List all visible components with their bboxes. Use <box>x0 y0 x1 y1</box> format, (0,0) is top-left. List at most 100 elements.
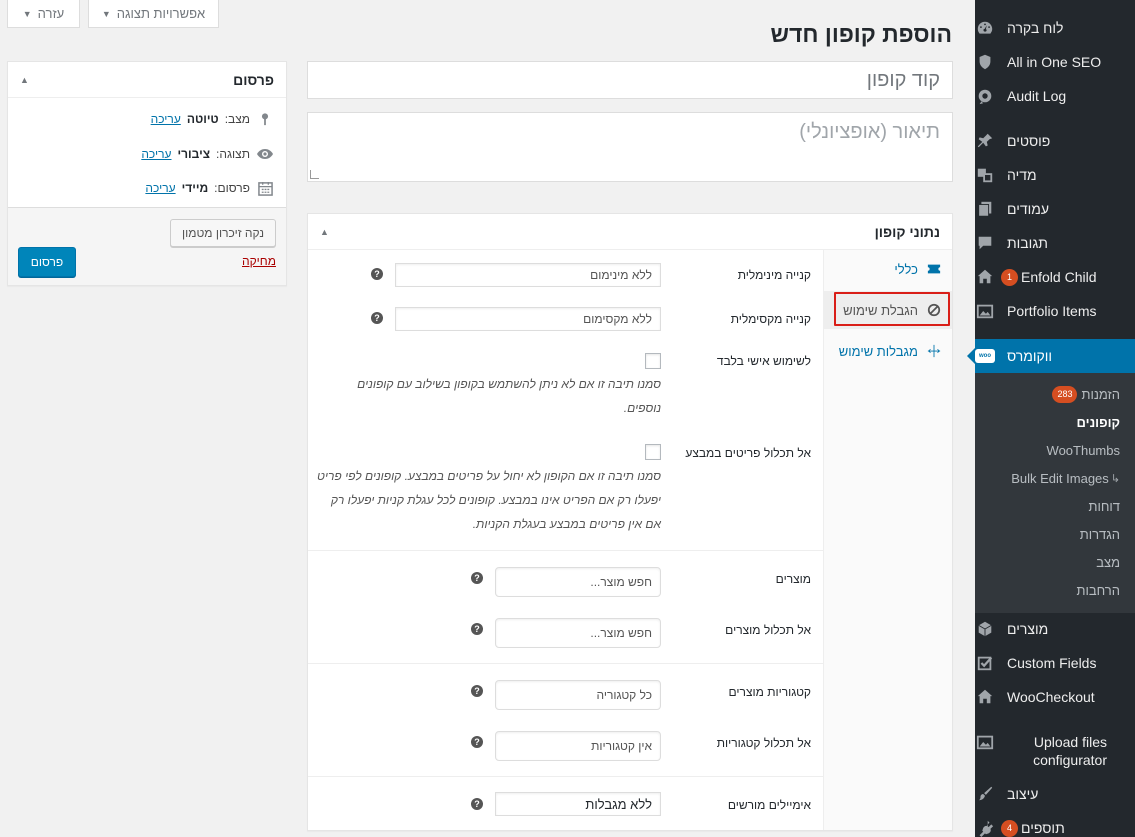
description-textarea[interactable]: תיאור (אופציונלי) <box>307 112 953 182</box>
submenu-item-bulk-edit-images[interactable]: ↳ Bulk Edit Images <box>975 464 1135 492</box>
exclude-products-search-input[interactable]: חפש מוצר... <box>495 618 661 648</box>
sidebar-item-seo[interactable]: All in One SEO <box>975 45 1135 79</box>
sidebar-item-label: All in One SEO <box>1007 54 1102 70</box>
submenu-item-settings[interactable]: הגדרות <box>975 520 1135 548</box>
delete-link[interactable]: מחיקה <box>242 254 276 268</box>
shield-icon <box>975 52 995 72</box>
sidebar-item-appearance[interactable]: עיצוב <box>975 777 1135 811</box>
help-label: עזרה <box>37 6 65 21</box>
submenu-item-label: מצב <box>1096 554 1120 570</box>
submenu-item-label: WooThumbs <box>1046 442 1120 458</box>
exclude-categories-placeholder: אין קטגוריות <box>591 739 652 753</box>
media-icon <box>975 165 995 185</box>
description-placeholder: תיאור (אופציונלי) <box>799 121 940 143</box>
coupon-code-placeholder: קוד קופון <box>866 68 940 91</box>
help-tip-icon[interactable]: ? <box>371 312 383 324</box>
coupon-data-tabs: כללי הגבלת שימוש מגבלות שימוש <box>823 250 952 830</box>
publish-button[interactable]: פרסום <box>18 247 76 277</box>
max-spend-placeholder: ללא מקסימום <box>583 312 652 326</box>
allowed-emails-label: אימיילים מורשים <box>727 798 811 812</box>
collapse-arrow-icon[interactable]: ▲ <box>20 75 29 85</box>
min-spend-input[interactable]: ללא מינימום <box>395 263 661 287</box>
sidebar-item-plugins[interactable]: תוספים 4 <box>975 811 1135 837</box>
edit-status-link[interactable]: עריכה <box>151 112 181 126</box>
status-label: מצב: <box>224 112 250 126</box>
help-tip-icon[interactable]: ? <box>471 572 483 584</box>
sidebar-item-label: ווקומרס <box>1007 348 1053 364</box>
sidebar-item-label: עמודים <box>1007 201 1050 217</box>
categories-placeholder: כל קטגוריה <box>596 688 652 702</box>
sidebar-item-upload-files[interactable]: Upload files configurator <box>975 730 1135 772</box>
triangle-down-icon: ▼ <box>22 8 32 19</box>
exclude-sale-checkbox[interactable] <box>645 444 661 460</box>
help-button[interactable]: עזרה ▼ <box>7 0 80 28</box>
coupon-code-input[interactable]: קוד קופון <box>307 61 953 99</box>
section-divider <box>308 776 824 777</box>
tab-usage-limits[interactable]: מגבלות שימוש <box>823 332 952 370</box>
submenu-item-woothumbs[interactable]: WooThumbs <box>975 436 1135 464</box>
products-search-input[interactable]: חפש מוצר... <box>495 567 661 597</box>
submenu-item-label: Bulk Edit Images <box>1011 470 1109 486</box>
limits-icon <box>926 343 942 359</box>
publish-value: מיידי <box>181 181 209 195</box>
allowed-emails-input[interactable]: ללא מגבלות <box>495 792 661 816</box>
publish-date-row: פרסום: מיידי עריכה <box>145 179 274 197</box>
max-spend-label: קנייה מקסימלית <box>730 312 811 326</box>
help-tip-icon[interactable]: ? <box>471 798 483 810</box>
clear-cache-button[interactable]: נקה זיכרון מטמון <box>170 219 276 247</box>
sidebar-item-audit-log[interactable]: Audit Log <box>975 79 1135 113</box>
help-tip-icon[interactable]: ? <box>471 685 483 697</box>
visibility-value: ציבורי <box>177 147 211 161</box>
max-spend-input[interactable]: ללא מקסימום <box>395 307 661 331</box>
sidebar-item-woocheckout[interactable]: WooCheckout <box>975 680 1135 714</box>
sidebar-item-comments[interactable]: תגובות <box>975 226 1135 260</box>
sidebar-item-label: תוספים <box>1021 820 1065 836</box>
help-tip-icon[interactable]: ? <box>371 268 383 280</box>
categories-select[interactable]: כל קטגוריה <box>495 680 661 710</box>
sidebar-item-woocommerce[interactable]: ווקומרס woo <box>967 339 1135 373</box>
submenu-item-extensions[interactable]: הרחבות <box>975 576 1135 604</box>
sidebar-item-enfold-child[interactable]: Enfold Child 1 <box>975 260 1135 294</box>
edit-visibility-link[interactable]: עריכה <box>141 147 171 161</box>
sidebar-item-media[interactable]: מדיה <box>975 158 1135 192</box>
sidebar-item-label: מדיה <box>1007 167 1037 183</box>
calendar-icon <box>256 179 274 197</box>
sidebar-item-posts[interactable]: פוסטים <box>975 124 1135 158</box>
edit-publish-date-link[interactable]: עריכה <box>145 181 175 195</box>
collapse-arrow-icon[interactable]: ▲ <box>320 227 329 237</box>
sidebar-item-dashboard[interactable]: לוח בקרה <box>975 11 1135 45</box>
publish-title: פרסום <box>233 71 274 88</box>
comments-icon <box>975 233 995 253</box>
sidebar-item-portfolio[interactable]: Portfolio Items <box>975 294 1135 328</box>
coupon-data-header[interactable]: נתוני קופון ▲ <box>308 214 952 250</box>
tab-general[interactable]: כללי <box>823 250 952 288</box>
exclude-products-label: אל תכלול מוצרים <box>725 623 811 637</box>
individual-use-checkbox[interactable] <box>645 353 661 369</box>
screen-options-button[interactable]: אפשרויות תצוגה ▼ <box>88 0 219 28</box>
home-icon <box>975 267 995 287</box>
woo-icon: woo <box>975 346 995 366</box>
sidebar-item-custom-fields[interactable]: Custom Fields <box>975 646 1135 680</box>
sidebar-item-label: Audit Log <box>1007 88 1067 104</box>
ticket-icon <box>926 261 942 277</box>
exclude-sale-label: אל תכלול פריטים במבצע <box>685 446 811 460</box>
min-spend-placeholder: ללא מינימום <box>590 268 652 282</box>
sidebar-item-label: Upload files configurator <box>1033 734 1107 768</box>
publish-label: פרסום: <box>214 181 250 195</box>
sidebar-item-products[interactable]: מוצרים <box>975 612 1135 646</box>
exclude-categories-select[interactable]: אין קטגוריות <box>495 731 661 761</box>
submenu-item-coupons[interactable]: קופונים <box>975 408 1135 436</box>
resize-handle-icon[interactable] <box>310 170 319 179</box>
publish-header[interactable]: פרסום ▲ <box>8 62 286 98</box>
sidebar-item-pages[interactable]: עמודים <box>975 192 1135 226</box>
submenu-item-status[interactable]: מצב <box>975 548 1135 576</box>
tab-label: מגבלות שימוש <box>838 343 918 359</box>
exclude-categories-label: אל תכלול קטגוריות <box>716 736 811 750</box>
submenu-item-orders[interactable]: הזמנות 283 <box>975 380 1135 408</box>
help-tip-icon[interactable]: ? <box>471 623 483 635</box>
section-divider <box>308 550 824 551</box>
brush-icon <box>975 784 995 804</box>
submenu-item-reports[interactable]: דוחות <box>975 492 1135 520</box>
help-tip-icon[interactable]: ? <box>471 736 483 748</box>
status-value: טיוטה <box>186 112 219 126</box>
